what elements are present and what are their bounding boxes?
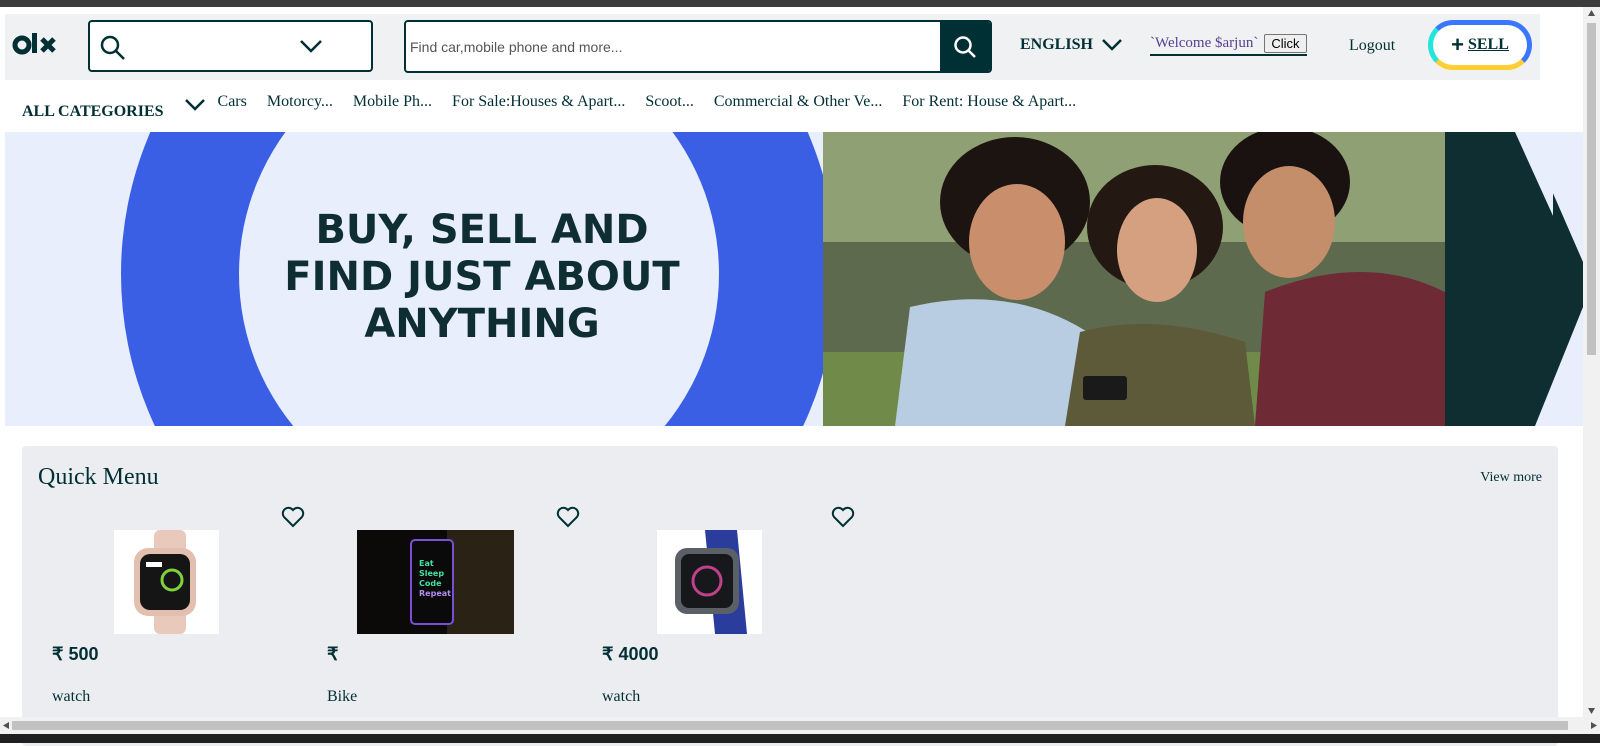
product-price: ₹ bbox=[327, 644, 339, 664]
search-bar bbox=[404, 20, 992, 73]
language-label: ENGLISH bbox=[1020, 36, 1093, 53]
scroll-left-arrow-icon[interactable] bbox=[2, 721, 10, 730]
chevron-down-icon bbox=[300, 40, 322, 53]
welcome-text: `Welcome $arjun` bbox=[1150, 35, 1259, 51]
heart-icon[interactable] bbox=[556, 506, 580, 528]
product-card[interactable]: ₹ 4000 watch bbox=[594, 506, 856, 746]
chevron-down-icon bbox=[1102, 39, 1122, 51]
scroll-right-arrow-icon[interactable] bbox=[1590, 721, 1598, 730]
location-select[interactable] bbox=[88, 20, 373, 72]
all-categories-label[interactable]: ALL CATEGORIES bbox=[22, 103, 164, 121]
product-price: ₹ 500 bbox=[52, 644, 99, 664]
logout-link[interactable]: Logout bbox=[1349, 37, 1395, 55]
hero-text-line: FIND JUST ABOUT bbox=[284, 254, 680, 300]
product-image bbox=[657, 530, 762, 634]
scroll-up-arrow-icon[interactable] bbox=[1587, 9, 1596, 17]
category-nav: ALL CATEGORIES Cars Motorcy... Mobile Ph… bbox=[22, 93, 1076, 121]
product-image: Eat Sleep Code Repeat bbox=[357, 530, 514, 634]
heart-icon[interactable] bbox=[281, 506, 305, 528]
product-card[interactable]: ₹ 500 watch bbox=[44, 506, 306, 746]
window-top-strip bbox=[0, 0, 1600, 7]
hero-photo bbox=[823, 132, 1445, 426]
hero-text-line: BUY, SELL AND bbox=[315, 207, 648, 253]
click-button[interactable]: Click bbox=[1264, 34, 1307, 53]
category-link[interactable]: For Rent: House & Apart... bbox=[902, 93, 1076, 111]
category-link[interactable]: Cars bbox=[218, 93, 247, 111]
category-link[interactable]: Scoot... bbox=[645, 93, 693, 111]
quick-menu-title: Quick Menu bbox=[38, 464, 159, 490]
heart-icon[interactable] bbox=[831, 506, 855, 528]
chevron-down-icon[interactable] bbox=[184, 98, 206, 112]
olx-logo[interactable] bbox=[12, 30, 60, 62]
language-select[interactable]: ENGLISH bbox=[1020, 36, 1123, 54]
phone-screen-text: Sleep bbox=[419, 569, 444, 578]
product-price: ₹ 4000 bbox=[602, 644, 659, 664]
product-card[interactable]: Eat Sleep Code Repeat ₹ Bike bbox=[319, 506, 581, 746]
category-link[interactable]: Motorcy... bbox=[267, 93, 333, 111]
category-link[interactable]: For Sale:Houses & Apart... bbox=[452, 93, 625, 111]
vertical-scroll-thumb[interactable] bbox=[1587, 23, 1596, 355]
product-image bbox=[114, 530, 219, 634]
product-title: watch bbox=[52, 688, 91, 705]
taskbar bbox=[0, 734, 1600, 743]
phone-screen-text: Code bbox=[419, 579, 442, 588]
category-link[interactable]: Commercial & Other Ve... bbox=[714, 93, 883, 111]
sell-label: SELL bbox=[1467, 36, 1509, 53]
search-icon bbox=[954, 35, 976, 58]
search-button[interactable] bbox=[940, 22, 990, 71]
quick-menu-section: Quick Menu View more ₹ 500 watch Eat Sle… bbox=[22, 446, 1558, 746]
scroll-down-arrow-icon[interactable] bbox=[1587, 707, 1596, 715]
view-more-link[interactable]: View more bbox=[1480, 470, 1542, 486]
category-link[interactable]: Mobile Ph... bbox=[353, 93, 432, 111]
welcome-block: `Welcome $arjun` Click bbox=[1150, 34, 1307, 56]
search-icon bbox=[100, 35, 125, 60]
hero-banner-art: BUY, SELL AND FIND JUST ABOUT ANYTHING bbox=[5, 132, 1583, 426]
horizontal-scroll-thumb[interactable] bbox=[12, 721, 1568, 730]
hero-banner[interactable]: BUY, SELL AND FIND JUST ABOUT ANYTHING bbox=[5, 132, 1583, 426]
phone-screen-text: Repeat bbox=[419, 589, 451, 598]
sell-button[interactable]: + SELL bbox=[1428, 20, 1532, 70]
search-input[interactable] bbox=[406, 22, 937, 71]
hero-text-line: ANYTHING bbox=[364, 301, 599, 347]
vertical-scrollbar[interactable] bbox=[1583, 7, 1600, 717]
product-title: Bike bbox=[327, 688, 358, 705]
plus-icon: + bbox=[1451, 32, 1464, 57]
horizontal-scrollbar[interactable] bbox=[0, 717, 1600, 734]
phone-screen-text: Eat bbox=[419, 559, 434, 568]
product-title: watch bbox=[602, 688, 641, 705]
